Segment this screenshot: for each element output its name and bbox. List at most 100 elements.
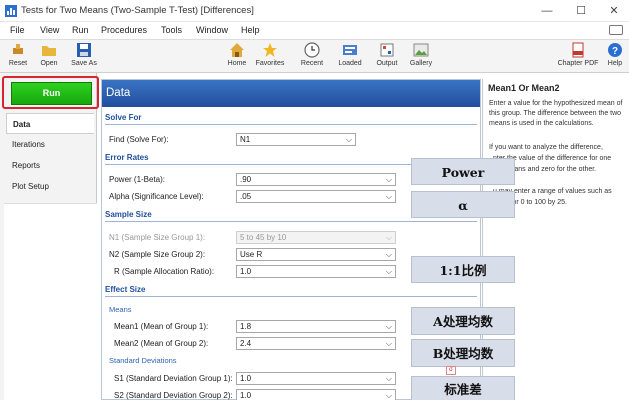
power-label: Power (1-Beta): (109, 175, 166, 184)
chapter-pdf-label: Chapter PDF (557, 60, 599, 67)
menu-file[interactable]: File (10, 25, 25, 35)
s1-value: 1.0 (240, 374, 252, 383)
save-as-button[interactable]: Save As (68, 42, 100, 72)
annotation-mean-b: B处理均数 (411, 339, 515, 367)
find-label: Find (Solve For): (109, 135, 169, 144)
annotation-alpha: α (411, 191, 515, 218)
favorites-button[interactable]: Favorites (254, 42, 286, 72)
r-value: 1.0 (240, 267, 252, 276)
app-icon (5, 5, 17, 17)
pdf-icon (572, 42, 584, 58)
s2-select[interactable]: 1.0 ⌵ (236, 389, 396, 400)
recent-label: Recent (300, 60, 324, 67)
s2-value: 1.0 (240, 391, 252, 400)
minimize-icon[interactable]: — (537, 3, 557, 19)
menu-window[interactable]: Window (196, 25, 228, 35)
mean1-select[interactable]: 1.8 ⌵ (236, 320, 396, 333)
home-button[interactable]: Home (221, 42, 253, 72)
folder-icon (42, 46, 56, 56)
save-icon (77, 43, 91, 57)
section-effect-size: Effect Size (105, 285, 146, 294)
open-label: Open (40, 60, 58, 67)
output-button[interactable]: Output (371, 42, 403, 72)
menu-help[interactable]: Help (241, 25, 260, 35)
gallery-icon (413, 43, 429, 57)
mean1-value: 1.8 (240, 322, 252, 331)
annotation-ratio: 1:1比例 (411, 256, 515, 283)
run-button[interactable]: Run (11, 82, 92, 105)
loaded-button[interactable]: Loaded (334, 42, 366, 72)
home-icon (230, 43, 244, 57)
clock-icon (304, 42, 320, 58)
chevron-down-icon: ⌵ (385, 192, 392, 201)
annotation-std: 标准差 (411, 376, 515, 400)
n2-value: Use R (240, 250, 263, 259)
menu-procedures[interactable]: Procedures (101, 25, 147, 35)
run-highlight-box: Run (2, 76, 99, 109)
subsection-means: Means (109, 305, 132, 314)
s2-label: S2 (Standard Deviation Group 2): (114, 391, 233, 400)
menu-bar: File View Run Procedures Tools Window He… (0, 22, 629, 39)
svg-text:?: ? (612, 46, 618, 57)
section-divider (105, 124, 477, 125)
menu-view[interactable]: View (40, 25, 59, 35)
data-panel-header: Data (102, 80, 480, 107)
r-label: R (Sample Allocation Ratio): (114, 267, 215, 276)
loaded-icon (343, 45, 357, 55)
reset-icon (13, 44, 23, 54)
chevron-down-icon: ⌵ (385, 233, 392, 242)
tab-data[interactable]: Data (6, 113, 94, 134)
tab-plot-setup[interactable]: Plot Setup (6, 176, 94, 197)
power-value: .90 (240, 175, 252, 184)
power-select[interactable]: .90 ⌵ (236, 173, 396, 186)
help-paragraph: If you want to analyze the difference, (489, 144, 603, 151)
open-button[interactable]: Open (33, 42, 65, 72)
n2-select[interactable]: Use R ⌵ (236, 248, 396, 261)
mean2-select[interactable]: 2.4 ⌵ (236, 337, 396, 350)
help-button[interactable]: ? Help (603, 42, 627, 72)
gallery-button[interactable]: Gallery (405, 42, 437, 72)
chevron-down-icon: ⌵ (385, 339, 392, 348)
chevron-down-icon: ⌵ (345, 135, 352, 144)
s1-select[interactable]: 1.0 ⌵ (236, 372, 396, 385)
alpha-label: Alpha (Significance Level): (109, 192, 204, 201)
find-select[interactable]: N1 ⌵ (236, 133, 356, 146)
favorites-label: Favorites (255, 60, 285, 67)
chapter-pdf-button[interactable]: Chapter PDF (556, 42, 600, 72)
section-error-rates: Error Rates (105, 153, 149, 162)
reset-label: Reset (8, 60, 28, 67)
n1-label: N1 (Sample Size Group 1): (109, 233, 206, 242)
help-label: Help (607, 60, 623, 67)
annotation-mean-a: A处理均数 (411, 307, 515, 335)
tab-iterations[interactable]: Iterations (6, 134, 94, 155)
r-select[interactable]: 1.0 ⌵ (236, 265, 396, 278)
subsection-standard-deviations: Standard Deviations (109, 356, 177, 365)
left-navigation-pane: Run Data Iterations Reports Plot Setup (0, 73, 99, 400)
restore-panel-icon[interactable] (609, 25, 623, 35)
section-divider (105, 221, 477, 222)
chevron-down-icon: ⌵ (385, 322, 392, 331)
alpha-select[interactable]: .05 ⌵ (236, 190, 396, 203)
chevron-down-icon: ⌵ (385, 175, 392, 184)
annotation-sigma: σ (446, 366, 456, 375)
output-icon (380, 43, 394, 57)
menu-run[interactable]: Run (72, 25, 89, 35)
section-solve-for: Solve For (105, 113, 142, 122)
save-as-label: Save As (71, 60, 97, 67)
chevron-down-icon: ⌵ (385, 374, 392, 383)
menu-tools[interactable]: Tools (161, 25, 182, 35)
loaded-label: Loaded (338, 60, 362, 67)
toolbar: Reset Open Save As Home Favorites Recent (0, 39, 629, 73)
recent-button[interactable]: Recent (296, 42, 328, 72)
tab-reports[interactable]: Reports (6, 155, 94, 176)
reset-button[interactable]: Reset (2, 42, 34, 72)
window-title: Tests for Two Means (Two-Sample T-Test) … (21, 5, 254, 16)
mean1-label: Mean1 (Mean of Group 1): (114, 322, 209, 331)
maximize-icon[interactable]: ☐ (571, 3, 591, 19)
chevron-down-icon: ⌵ (385, 391, 392, 400)
output-label: Output (376, 60, 398, 67)
n1-value: 5 to 45 by 10 (240, 233, 287, 242)
help-icon: ? (608, 43, 622, 57)
close-icon[interactable]: ✕ (604, 3, 624, 19)
gallery-label: Gallery (409, 60, 433, 67)
